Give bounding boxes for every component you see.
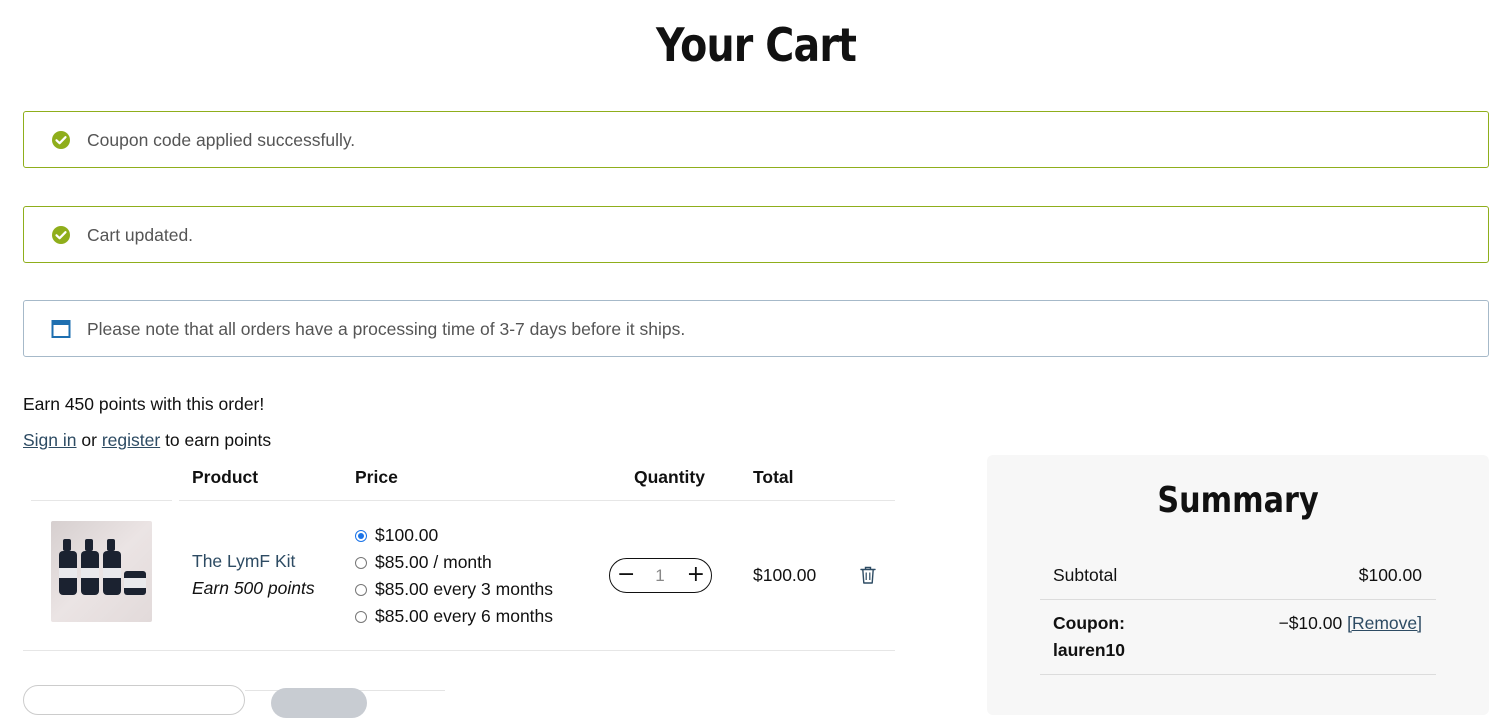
price-option-6-months[interactable]: $85.00 every 6 months	[355, 606, 553, 627]
calendar-icon	[51, 319, 71, 339]
register-link[interactable]: register	[102, 430, 160, 450]
coupon-label: Coupon:	[1053, 613, 1125, 633]
price-radio[interactable]	[355, 529, 367, 542]
apply-coupon-button[interactable]	[271, 688, 367, 718]
header-divider	[179, 500, 895, 501]
coupon-code-input[interactable]	[23, 685, 245, 715]
price-radio[interactable]	[355, 583, 367, 596]
decrease-quantity-button[interactable]: −	[617, 563, 635, 587]
summary-divider	[1040, 674, 1436, 675]
header-divider	[31, 500, 172, 501]
increase-quantity-button[interactable]: +	[687, 563, 705, 587]
quantity-input[interactable]	[640, 566, 680, 586]
subtotal-value: $100.00	[1358, 565, 1422, 585]
price-radio[interactable]	[355, 610, 367, 623]
check-circle-icon	[51, 225, 71, 245]
quantity-stepper: − +	[609, 558, 712, 593]
summary-title: Summary	[1157, 480, 1319, 521]
price-option-label: $85.00 every 6 months	[375, 606, 554, 626]
line-total: $100.00	[753, 565, 817, 585]
product-name-link[interactable]: The LymF Kit	[192, 551, 295, 572]
notice-message: Coupon code applied successfully.	[87, 130, 356, 150]
notice-message: Cart updated.	[87, 225, 194, 245]
cart-updated-notice: Cart updated.	[23, 206, 1489, 263]
earn-points-text: Earn 450 points with this order!	[23, 394, 265, 414]
product-image[interactable]	[51, 521, 152, 622]
column-header-price: Price	[355, 467, 398, 487]
page-title: Your Cart	[655, 18, 857, 72]
subtotal-label: Subtotal	[1053, 565, 1118, 585]
price-option-label: $85.00 / month	[375, 552, 492, 572]
price-option-label: $85.00 every 3 months	[375, 579, 554, 599]
notice-message: Please note that all orders have a proce…	[87, 319, 686, 339]
product-points: Earn 500 points	[192, 578, 315, 598]
coupon-discount-value: −$10.00	[1278, 613, 1343, 633]
earn-points-suffix: to earn points	[165, 430, 272, 450]
sign-in-link[interactable]: Sign in	[23, 430, 77, 450]
trash-icon[interactable]	[859, 565, 877, 585]
check-circle-icon	[51, 130, 71, 150]
coupon-success-notice: Coupon code applied successfully.	[23, 111, 1489, 168]
price-option-monthly[interactable]: $85.00 / month	[355, 552, 492, 573]
column-header-product: Product	[192, 467, 259, 487]
signin-prompt: Sign in or register to earn points	[23, 430, 271, 451]
row-divider	[23, 650, 895, 651]
price-option-label: $100.00	[375, 525, 439, 545]
processing-time-notice: Please note that all orders have a proce…	[23, 300, 1489, 357]
coupon-code: lauren10	[1053, 640, 1125, 660]
price-option-3-months[interactable]: $85.00 every 3 months	[355, 579, 553, 600]
or-text: or	[81, 430, 97, 450]
price-radio[interactable]	[355, 556, 367, 569]
remove-coupon-link[interactable]: [Remove]	[1347, 613, 1422, 633]
column-header-total: Total	[753, 467, 794, 487]
coupon-discount: −$10.00 [Remove]	[1278, 613, 1422, 634]
column-header-quantity: Quantity	[634, 467, 705, 487]
price-option-one-time[interactable]: $100.00	[355, 525, 438, 546]
summary-divider	[1040, 599, 1436, 600]
